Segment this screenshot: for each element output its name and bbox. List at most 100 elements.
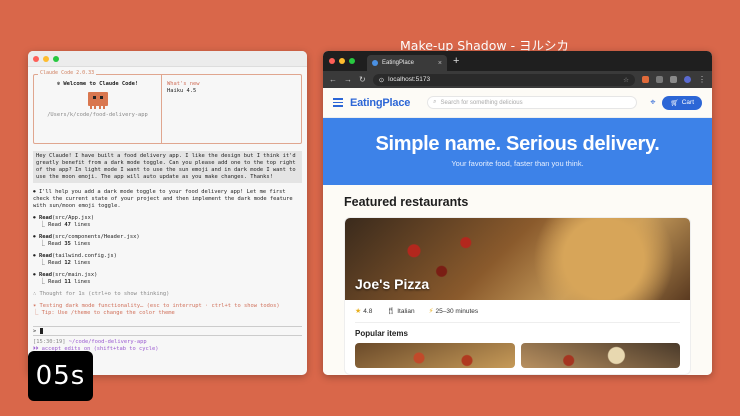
search-bar[interactable]: ⌕ Search for something delicious bbox=[427, 96, 638, 109]
popular-item-image[interactable] bbox=[520, 343, 680, 368]
tool-result-prefix: ⎿ Read bbox=[39, 279, 65, 285]
elapsed-timer: 05s bbox=[28, 351, 93, 401]
status-line: [15:30:19] ~/code/food-delivery-app bbox=[33, 339, 302, 346]
thinking-indicator[interactable]: ∴ Thought for 1s (ctrl+o to show thinkin… bbox=[33, 291, 302, 298]
welcome-panel: ✻ Welcome to Claude Code! /Users/k/code/… bbox=[34, 75, 162, 143]
close-window-button[interactable] bbox=[33, 55, 39, 62]
close-window-button[interactable] bbox=[329, 58, 335, 64]
app-header: EatingPlace ⌕ Search for something delic… bbox=[323, 88, 712, 118]
tool-result-unit: lines bbox=[70, 222, 91, 228]
forward-icon[interactable]: → bbox=[344, 75, 352, 84]
new-tab-button[interactable]: + bbox=[453, 55, 459, 67]
tool-target: (tailwind.config.js) bbox=[51, 253, 117, 259]
assistant-reply: ⏺ I'll help you add a dark mode toggle t… bbox=[33, 189, 293, 209]
tool-result-prefix: ⎿ Read bbox=[39, 222, 65, 228]
tool-call-read: ⏺ Read(tailwind.config.js) ⎿ Read 12 lin… bbox=[33, 253, 117, 266]
site-info-icon[interactable]: ⊙ bbox=[379, 76, 384, 84]
tool-result-prefix: ⎿ Read bbox=[39, 260, 65, 266]
hamburger-menu-icon[interactable] bbox=[333, 98, 343, 107]
cuisine: 🍴︎ Italian bbox=[386, 307, 414, 315]
tool-target: (src/components/Header.jsx) bbox=[51, 234, 140, 240]
welcome-box: Claude Code 2.0.33 ✻ Welcome to Claude C… bbox=[33, 70, 302, 144]
claude-mascot-icon bbox=[87, 92, 108, 109]
star-icon: ★ bbox=[355, 308, 362, 315]
minimize-window-button[interactable] bbox=[339, 58, 345, 64]
restaurant-meta: ★ 4.8 🍴︎ Italian ⚡︎ 25–30 minutes bbox=[345, 300, 690, 322]
back-icon[interactable]: ← bbox=[329, 75, 337, 84]
app-logo[interactable]: EatingPlace bbox=[350, 97, 410, 109]
whats-new-title: What's new bbox=[167, 81, 200, 87]
lightning-icon: ⚡︎ bbox=[428, 308, 434, 315]
menu-kebab-icon[interactable]: ⋮ bbox=[698, 75, 706, 84]
status-time: [15:30:19] bbox=[33, 339, 66, 345]
tool-call-read: ⏺ Read(src/App.jsx) ⎿ Read 47 lines bbox=[33, 215, 95, 228]
popular-items-heading: Popular items bbox=[355, 329, 408, 338]
tool-target: (src/main.jsx) bbox=[51, 272, 98, 278]
browser-toolbar: ← → ↻ ⊙ localhost:5173 ☆ ⋮ bbox=[323, 71, 712, 88]
working-status: ✶ Testing dark mode functionality… (esc … bbox=[33, 303, 280, 309]
welcome-box-title: Claude Code 2.0.33 bbox=[38, 70, 97, 77]
browser-tab-bar: EatingPlace × + bbox=[323, 51, 712, 71]
url-text: localhost:5173 bbox=[388, 76, 431, 83]
tool-verb: Read bbox=[38, 215, 52, 221]
rating: ★ 4.8 bbox=[355, 307, 372, 315]
extensions-puzzle-icon[interactable] bbox=[670, 76, 677, 83]
tool-result-unit: lines bbox=[70, 279, 91, 285]
status-path: ~/code/food-delivery-app bbox=[68, 339, 147, 345]
delivery-time-value: 25–30 minutes bbox=[435, 308, 479, 315]
tool-result-unit: lines bbox=[70, 241, 91, 247]
tool-verb: Read bbox=[38, 253, 52, 259]
cuisine-value: Italian bbox=[397, 308, 415, 315]
cart-icon: 🛒︎ bbox=[670, 99, 679, 107]
welcome-text: ✻ Welcome to Claude Code! bbox=[56, 81, 139, 87]
tool-verb: Read bbox=[38, 234, 52, 240]
terminal-content: Claude Code 2.0.33 ✻ Welcome to Claude C… bbox=[28, 67, 307, 356]
cutlery-icon: 🍴︎ bbox=[386, 308, 396, 315]
tip-line: ⎿ Tip: Use /theme to change the color th… bbox=[33, 310, 175, 316]
featured-restaurants-heading: Featured restaurants bbox=[344, 195, 469, 209]
profile-avatar[interactable] bbox=[684, 76, 691, 83]
extension-icon[interactable] bbox=[656, 76, 663, 83]
reload-icon[interactable]: ↻ bbox=[359, 75, 366, 84]
working-directory: /Users/k/code/food-delivery-app bbox=[47, 112, 148, 118]
location-pin-icon[interactable]: ⌖ bbox=[650, 97, 655, 108]
minimize-window-button[interactable] bbox=[43, 55, 49, 62]
browser-tab[interactable]: EatingPlace × bbox=[367, 55, 447, 71]
hero-subtitle: Your favorite food, faster than you thin… bbox=[451, 159, 584, 168]
browser-window: EatingPlace × + ← → ↻ ⊙ localhost:5173 ☆… bbox=[323, 51, 712, 375]
popular-item-image[interactable] bbox=[355, 343, 515, 368]
search-placeholder: Search for something delicious bbox=[440, 99, 523, 106]
cart-button[interactable]: 🛒︎ Cart bbox=[662, 95, 702, 110]
terminal-titlebar bbox=[28, 51, 307, 67]
tool-result-prefix: ⎿ Read bbox=[39, 241, 65, 247]
tool-verb: Read bbox=[38, 272, 52, 278]
terminal-window: Claude Code 2.0.33 ✻ Welcome to Claude C… bbox=[28, 51, 307, 375]
maximize-window-button[interactable] bbox=[53, 55, 59, 62]
hero-title: Simple name. Serious delivery. bbox=[375, 133, 660, 155]
address-bar[interactable]: ⊙ localhost:5173 ☆ bbox=[372, 73, 635, 86]
restaurant-card[interactable]: Joe's Pizza ★ 4.8 🍴︎ Italian ⚡︎ 25–30 minut… bbox=[344, 217, 691, 375]
delivery-time: ⚡︎ 25–30 minutes bbox=[429, 307, 479, 315]
tool-call-read: ⏺ Read(src/main.jsx) ⎿ Read 11 lines bbox=[33, 272, 98, 285]
tool-call-read: ⏺ Read(src/components/Header.jsx) ⎿ Read… bbox=[33, 234, 140, 247]
rating-value: 4.8 bbox=[363, 308, 373, 315]
favicon-icon bbox=[372, 60, 378, 66]
tool-result-unit: lines bbox=[70, 260, 91, 266]
tab-title: EatingPlace bbox=[382, 60, 415, 66]
user-message: Hey Claude! I have built a food delivery… bbox=[33, 151, 302, 183]
whats-new-item: Haiku 4.5 bbox=[167, 88, 197, 94]
whats-new-panel: What's new Haiku 4.5 bbox=[162, 75, 301, 143]
bookmark-star-icon[interactable]: ☆ bbox=[623, 76, 629, 84]
prompt-symbol: > bbox=[33, 328, 37, 335]
close-tab-icon[interactable]: × bbox=[438, 60, 442, 67]
popular-items-list bbox=[345, 343, 690, 368]
cart-label: Cart bbox=[681, 99, 694, 106]
restaurant-name: Joe's Pizza bbox=[355, 276, 430, 292]
prompt-input[interactable]: > bbox=[33, 326, 302, 336]
search-icon: ⌕ bbox=[433, 99, 437, 105]
extension-icon[interactable] bbox=[642, 76, 649, 83]
maximize-window-button[interactable] bbox=[349, 58, 355, 64]
text-cursor bbox=[39, 328, 43, 334]
restaurant-image: Joe's Pizza bbox=[345, 218, 690, 300]
hero-banner: Simple name. Serious delivery. Your favo… bbox=[323, 118, 712, 185]
